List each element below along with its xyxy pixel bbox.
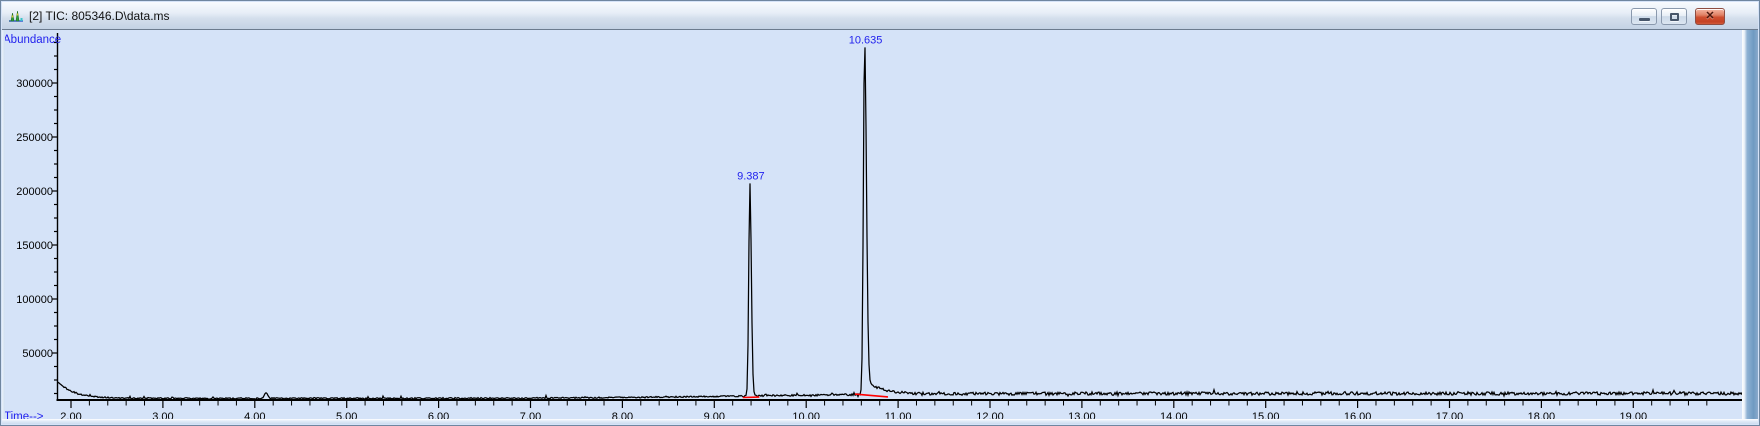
y-axis-title: Abundance bbox=[3, 34, 61, 46]
window-frame-left bbox=[2, 30, 5, 424]
restore-button[interactable] bbox=[1661, 8, 1687, 25]
y-tick-label: 50000 bbox=[22, 348, 53, 360]
close-button[interactable]: ✕ bbox=[1695, 8, 1725, 25]
y-tick-label: 300000 bbox=[16, 78, 53, 90]
y-tick-label: 200000 bbox=[16, 186, 53, 198]
chromatogram-plot[interactable]: 500001000001500002000002500003000002.00 3… bbox=[1, 1, 1760, 426]
close-icon: ✕ bbox=[1705, 10, 1715, 22]
minimize-button[interactable] bbox=[1631, 8, 1657, 25]
y-tick-label: 250000 bbox=[16, 132, 53, 144]
chromatogram-window: 50000 100000 150000 200000 250000 300000 2.00 3… bbox=[0, 0, 1760, 426]
minimize-icon bbox=[1638, 18, 1650, 21]
chromatogram-icon bbox=[8, 8, 24, 24]
y-tick-label: 100000 bbox=[16, 294, 53, 306]
y-tick-label: 150000 bbox=[16, 240, 53, 252]
peak-rt-label: 9.387 bbox=[737, 170, 765, 182]
integration-baseline bbox=[854, 393, 889, 398]
peak-rt-label: 10.635 bbox=[849, 34, 883, 46]
window-title: [2] TIC: 805346.D\data.ms bbox=[29, 8, 170, 23]
tic-signal-trace bbox=[57, 47, 1744, 401]
window-titlebar: [2] TIC: 805346.D\data.ms ✕ bbox=[2, 2, 1758, 30]
restore-icon bbox=[1669, 12, 1679, 21]
window-frame-right bbox=[1742, 30, 1758, 424]
window-frame-bottom bbox=[2, 419, 1758, 424]
